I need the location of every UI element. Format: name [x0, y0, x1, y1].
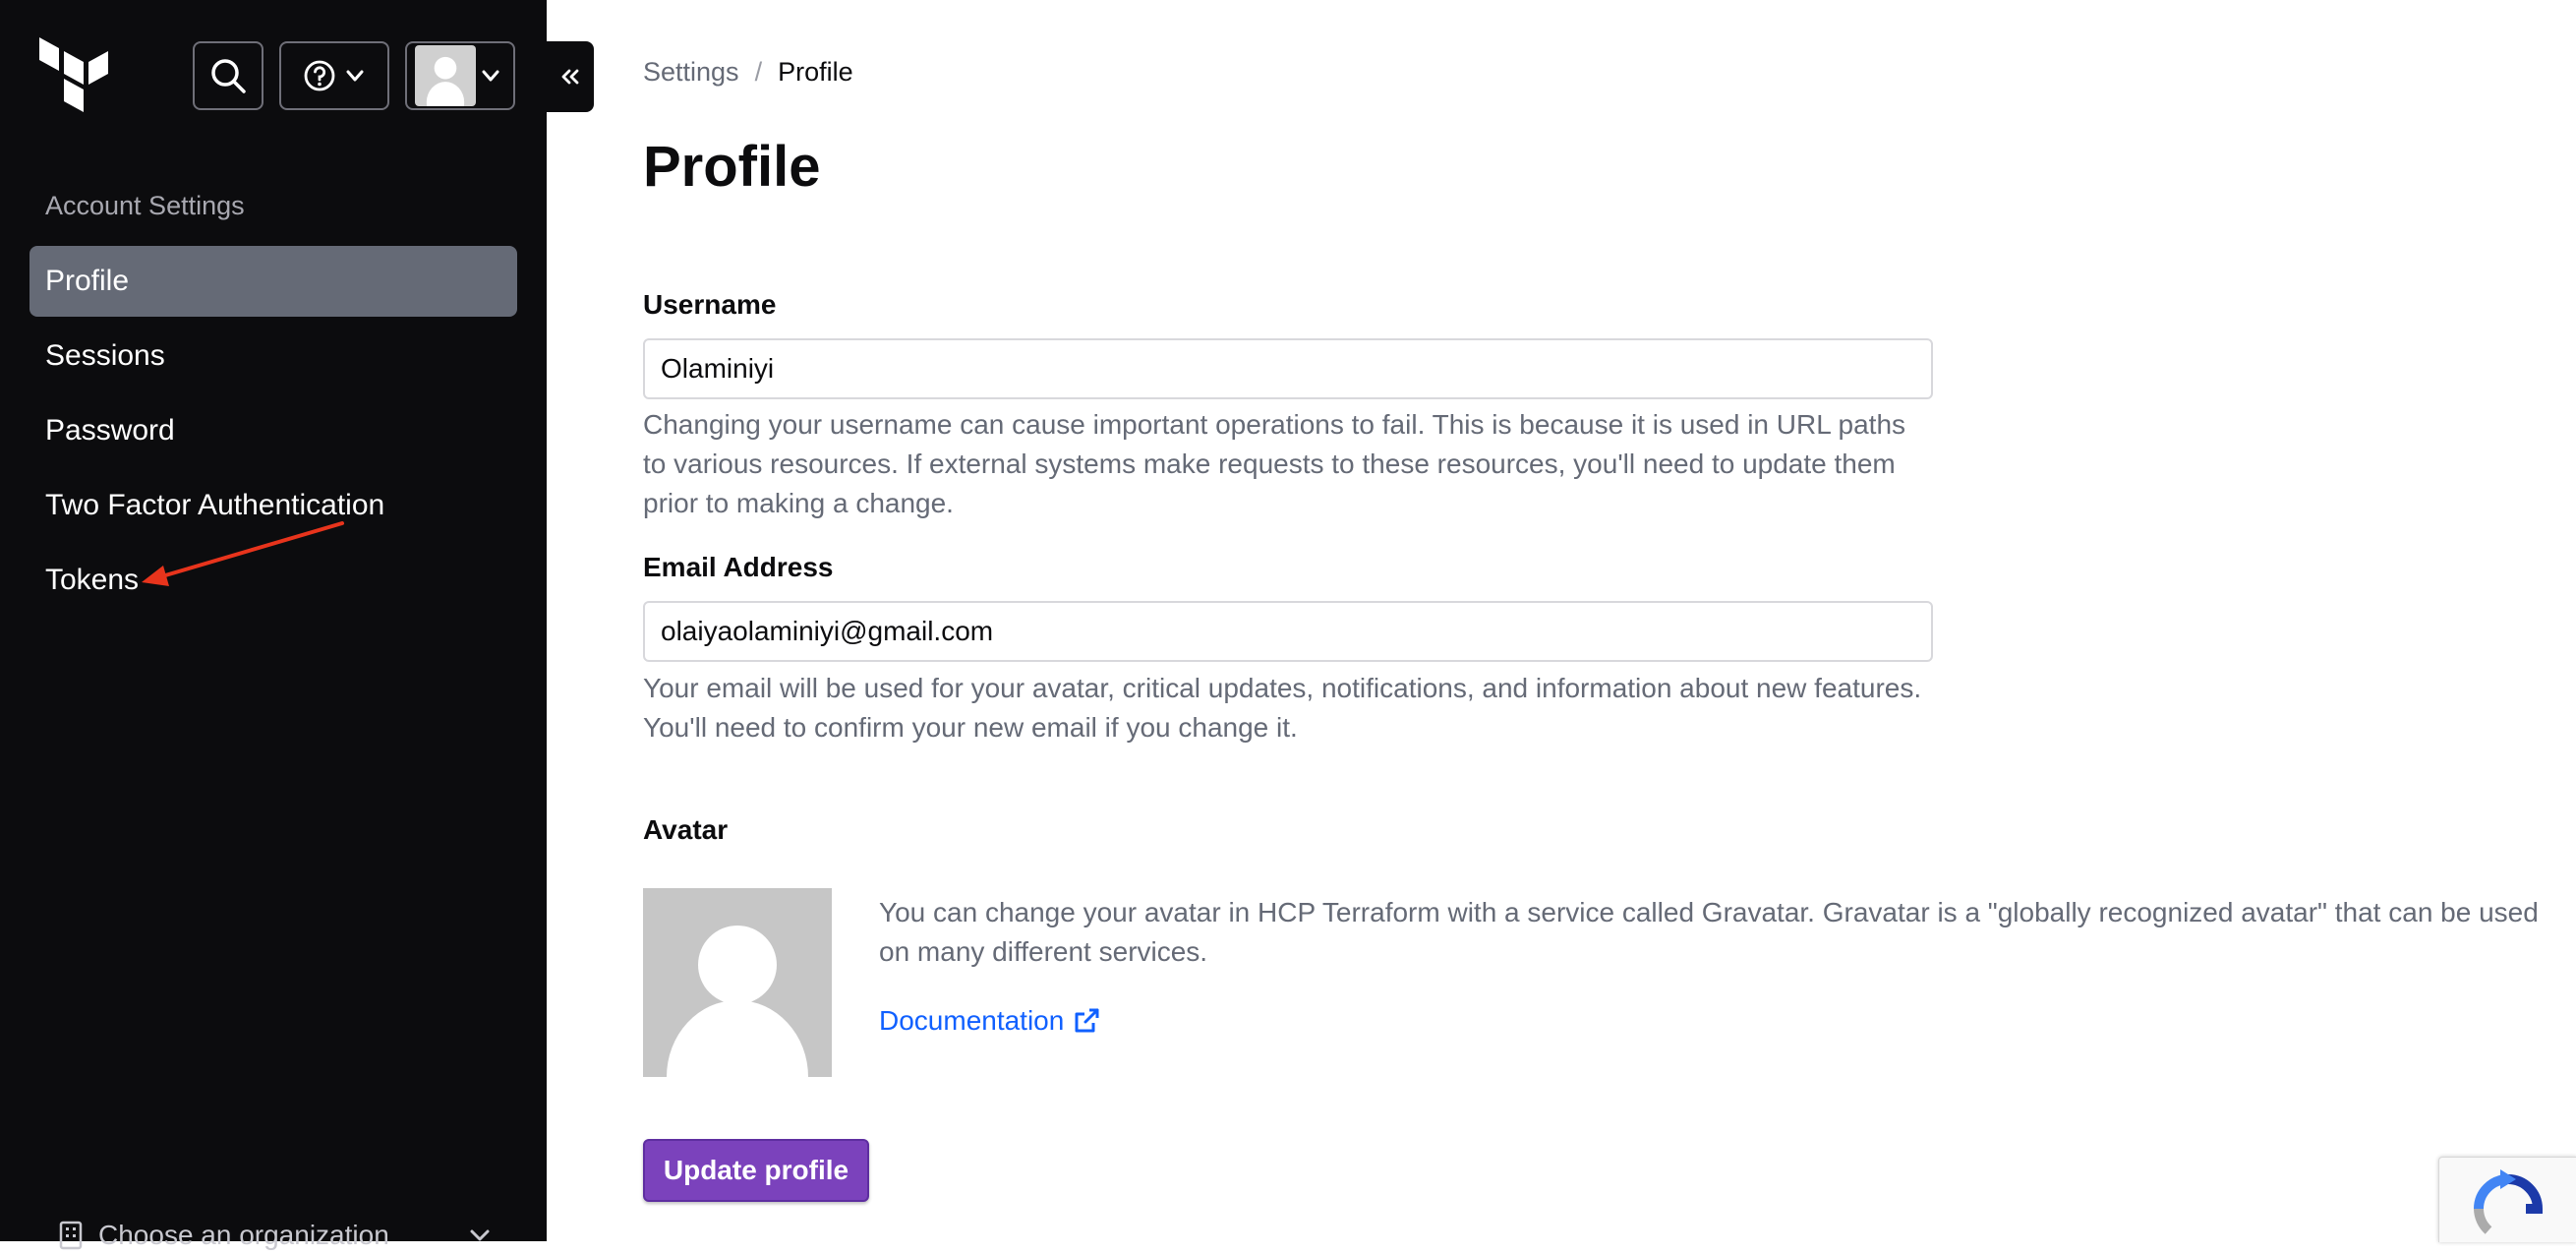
update-profile-button[interactable]: Update profile [643, 1139, 869, 1202]
sidebar-item-label: Password [45, 414, 175, 447]
help-icon [304, 60, 335, 91]
building-icon [59, 1221, 83, 1250]
sidebar-item-sessions[interactable]: Sessions [29, 321, 517, 391]
sidebar-item-label: Tokens [45, 564, 140, 596]
sidebar-section-title: Account Settings [45, 191, 245, 220]
chevron-down-icon [346, 70, 364, 82]
documentation-link-label: Documentation [879, 1005, 1065, 1036]
documentation-link[interactable]: Documentation [879, 1005, 1101, 1037]
help-menu-button[interactable] [279, 41, 389, 110]
chevron-down-icon [470, 1229, 490, 1241]
email-field[interactable] [643, 601, 1933, 662]
recaptcha-badge[interactable] [2438, 1157, 2576, 1242]
external-link-icon [1075, 1008, 1099, 1033]
breadcrumb-separator: / [754, 57, 763, 87]
organization-chooser[interactable]: Choose an organization [59, 1216, 492, 1255]
breadcrumb: Settings / Profile [643, 57, 853, 88]
user-avatar [415, 45, 476, 106]
chevron-down-icon [482, 70, 499, 82]
sidebar-item-password[interactable]: Password [29, 395, 517, 466]
breadcrumb-settings-link[interactable]: Settings [643, 57, 739, 88]
collapse-sidebar-button[interactable] [547, 41, 594, 112]
main-content: Settings / Profile Profile Username Chan… [643, 0, 2576, 1241]
collapse-icon [561, 69, 579, 85]
avatar-description: You can change your avatar in HCP Terraf… [879, 897, 2539, 967]
username-label: Username [643, 289, 777, 320]
user-menu-button[interactable] [405, 41, 515, 110]
breadcrumb-current: Profile [778, 57, 853, 87]
sidebar-item-label: Profile [45, 265, 130, 297]
username-help-text: Changing your username can cause importa… [643, 409, 1906, 518]
search-icon [211, 59, 246, 93]
search-button[interactable] [193, 41, 263, 110]
avatar-label: Avatar [643, 814, 729, 845]
organization-chooser-label: Choose an organization [98, 1220, 389, 1250]
annotation-arrow [142, 521, 344, 586]
email-label: Email Address [643, 552, 834, 582]
recaptcha-icon [2474, 1169, 2544, 1234]
avatar-image [643, 888, 832, 1077]
email-help-text: Your email will be used for your avatar,… [643, 673, 1922, 743]
terraform-logo[interactable] [39, 37, 112, 116]
username-field[interactable] [643, 338, 1933, 399]
sidebar: Account Settings Profile Sessions Passwo… [0, 0, 547, 1250]
sidebar-item-profile[interactable]: Profile [29, 246, 517, 317]
sidebar-item-label: Sessions [45, 339, 165, 372]
page-title: Profile [643, 135, 821, 199]
